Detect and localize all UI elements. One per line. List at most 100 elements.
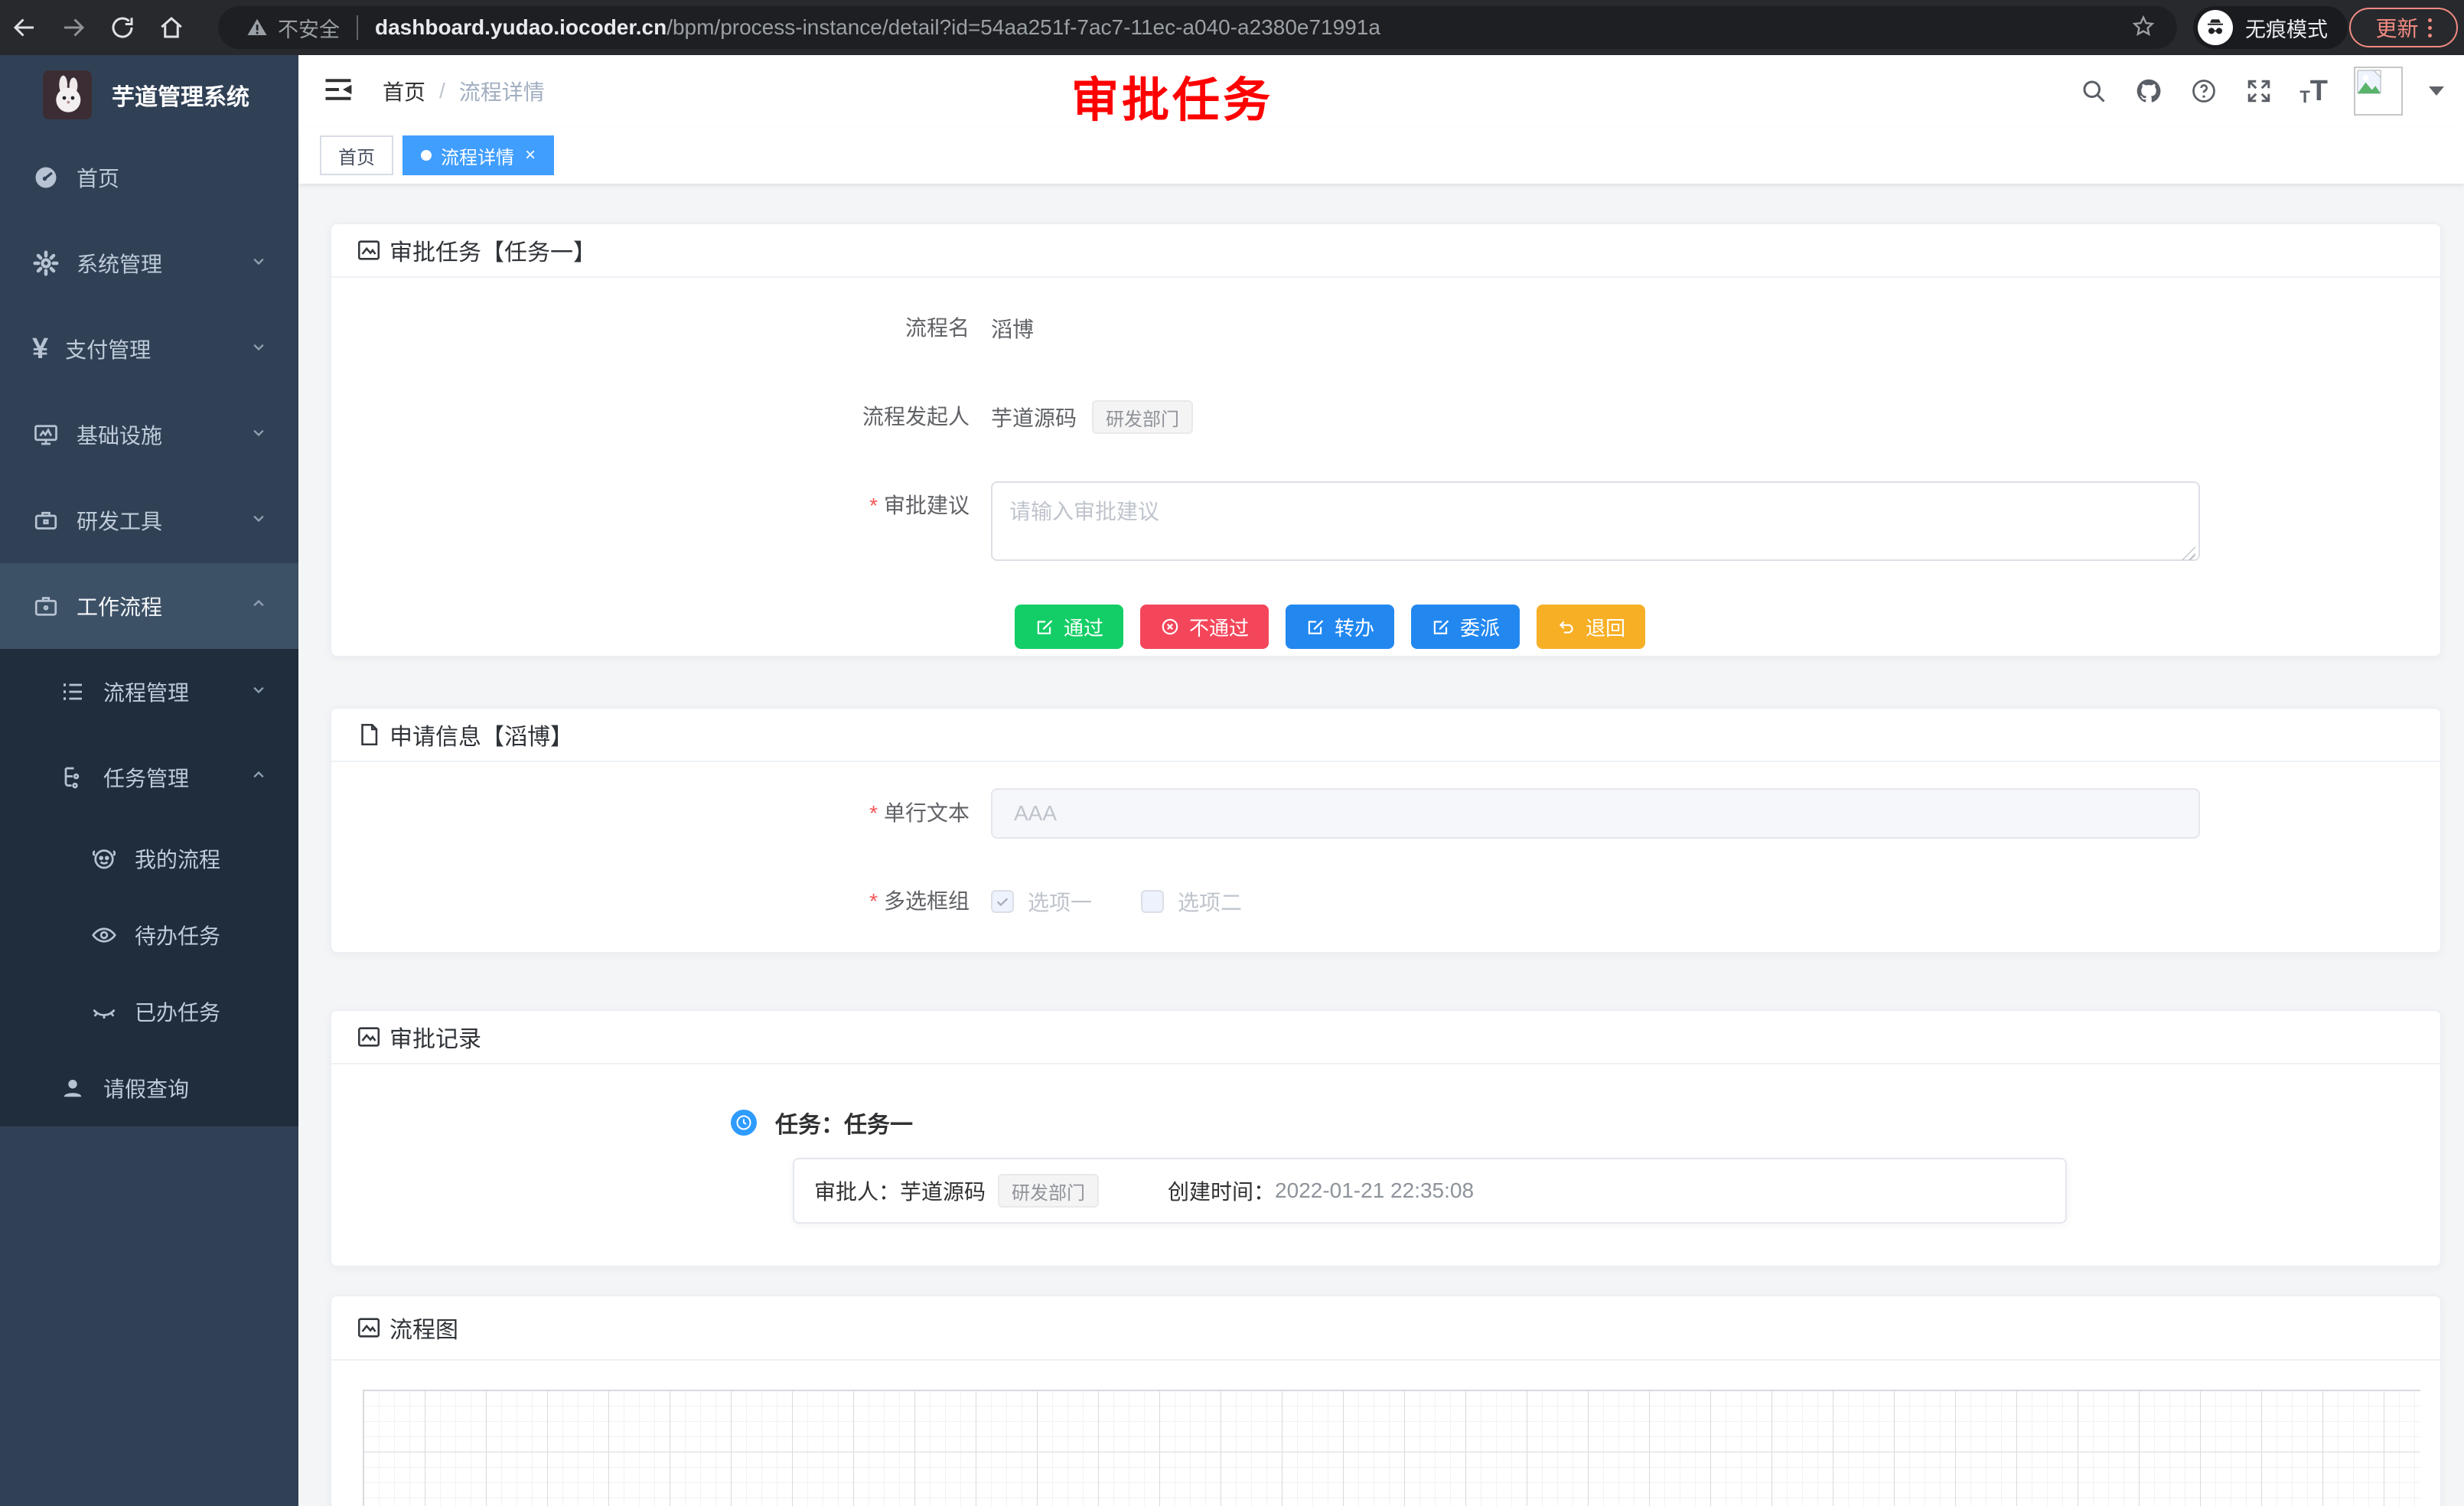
not-secure-warning-icon — [246, 16, 269, 39]
return-button[interactable]: 退回 — [1537, 605, 1645, 649]
fullscreen-icon[interactable] — [2244, 77, 2273, 106]
briefcase-icon — [32, 592, 60, 620]
app-logo-row[interactable]: 芋道管理系统 — [0, 55, 298, 135]
incognito-label: 无痕模式 — [2245, 13, 2328, 43]
initiator-row: 流程发起人 芋道源码 研发部门 — [331, 393, 2440, 442]
card-title: 审批记录 — [389, 1020, 481, 1054]
approval-task-card-header: 审批任务【任务一】 — [331, 224, 2440, 278]
sidebar-item-infrastructure[interactable]: 基础设施 — [0, 392, 298, 478]
avatar-caret-icon[interactable] — [2429, 86, 2444, 96]
org-icon — [59, 764, 86, 791]
main-content: 审批任务【任务一】 流程名 滔博 流程发起人 芋道源码 研发部门 审批建议 — [298, 184, 2464, 1506]
created-value: 2022-01-21 22:35:08 — [1275, 1178, 1474, 1203]
annotation-overlay: 审批任务 — [1071, 61, 1273, 130]
comment-textarea[interactable] — [991, 481, 2200, 561]
sidebar-item-system-mgmt[interactable]: 系统管理 — [0, 220, 298, 306]
tags-view-bar: 首页 流程详情 × — [298, 127, 2464, 184]
single-text-label: 单行文本 — [331, 788, 991, 839]
tab-home[interactable]: 首页 — [320, 135, 393, 175]
sidebar-item-workflow[interactable]: 工作流程 — [0, 563, 298, 649]
address-divider — [357, 15, 358, 40]
delegate-button[interactable]: 委派 — [1411, 605, 1520, 649]
card-title: 审批任务【任务一】 — [389, 233, 596, 267]
breadcrumb-current: 流程详情 — [459, 76, 545, 106]
github-icon[interactable] — [2134, 77, 2163, 106]
chevron-down-icon — [248, 250, 269, 277]
bpmn-diagram-canvas[interactable] — [363, 1390, 2420, 1506]
browser-update-button[interactable]: 更新 — [2349, 8, 2458, 47]
application-info-card-header: 申请信息【滔博】 — [331, 709, 2440, 762]
chevron-down-icon — [248, 679, 269, 706]
breadcrumb-home[interactable]: 首页 — [383, 76, 425, 106]
sidebar-item-leave-query[interactable]: 请假查询 — [0, 1050, 298, 1126]
browser-menu-icon[interactable] — [2428, 18, 2432, 37]
bookmark-star-icon[interactable] — [2131, 14, 2156, 42]
app-title: 芋道管理系统 — [112, 78, 249, 112]
process-name-value: 滔博 — [991, 313, 1034, 344]
dashboard-icon — [32, 164, 60, 191]
eye-open-icon — [90, 921, 118, 949]
incognito-icon — [2198, 10, 2233, 45]
application-info-card: 申请信息【滔博】 单行文本 多选框组 选项一 选 — [331, 708, 2441, 953]
card-title: 申请信息【滔博】 — [389, 718, 573, 751]
sidebar-item-home[interactable]: 首页 — [0, 135, 298, 220]
chevron-down-icon — [248, 507, 269, 534]
forward-icon[interactable] — [49, 3, 98, 52]
incognito-badge: 无痕模式 — [2193, 6, 2348, 49]
search-icon[interactable] — [2079, 77, 2108, 106]
tab-process-detail[interactable]: 流程详情 × — [403, 135, 554, 175]
yuan-icon: ¥ — [32, 334, 48, 363]
initiator-value: 芋道源码 — [991, 402, 1077, 432]
comment-label: 审批建议 — [331, 481, 991, 530]
tree-list-icon — [59, 678, 86, 706]
sidebar-item-my-process[interactable]: 我的流程 — [0, 820, 298, 897]
sidebar-item-task-mgmt[interactable]: 任务管理 — [0, 735, 298, 820]
process-diagram-card-header: 流程图 — [331, 1296, 2440, 1361]
checkbox-checked-icon — [991, 890, 1014, 913]
avatar[interactable] — [2354, 67, 2403, 116]
sidebar-item-todo-tasks[interactable]: 待办任务 — [0, 897, 298, 973]
reject-button[interactable]: 不通过 — [1140, 605, 1269, 649]
app-header: 首页 / 流程详情 审批任务 TT — [298, 55, 2464, 127]
home-icon[interactable] — [147, 3, 196, 52]
reload-icon[interactable] — [98, 3, 147, 52]
dept-tag: 研发部门 — [1092, 400, 1193, 434]
browser-toolbar: 不安全 dashboard.yudao.iocoder.cn /bpm/proc… — [0, 0, 2464, 55]
approver-value: 芋道源码 — [900, 1175, 986, 1206]
sidebar-item-process-mgmt[interactable]: 流程管理 — [0, 649, 298, 735]
transfer-button[interactable]: 转办 — [1286, 605, 1394, 649]
close-icon[interactable]: × — [525, 146, 536, 165]
single-text-row: 单行文本 — [331, 788, 2440, 839]
sidebar: 芋道管理系统 首页 系统管理 ¥ 支付管理 基础设施 研发工具 — [0, 55, 298, 1506]
checkbox-option-1[interactable]: 选项一 — [991, 886, 1092, 917]
approval-task-card: 审批任务【任务一】 流程名 滔博 流程发起人 芋道源码 研发部门 审批建议 — [331, 223, 2441, 657]
checkbox-group-row: 多选框组 选项一 选项二 — [331, 886, 2440, 917]
record-detail-card: 审批人： 芋道源码 研发部门 创建时间： 2022-01-21 22:35:08 — [793, 1158, 2067, 1224]
process-name-label: 流程名 — [331, 304, 991, 353]
workflow-submenu: 流程管理 任务管理 我的流程 待办任务 已办任务 — [0, 649, 298, 1126]
created-label: 创建时间： — [1168, 1175, 1275, 1206]
security-label[interactable]: 不安全 — [278, 13, 340, 43]
checkbox-option-2[interactable]: 选项二 — [1141, 886, 1242, 917]
single-text-input[interactable] — [991, 788, 2200, 839]
approve-button[interactable]: 通过 — [1015, 605, 1123, 649]
breadcrumb: 首页 / 流程详情 — [383, 55, 545, 127]
address-bar[interactable]: 不安全 dashboard.yudao.iocoder.cn /bpm/proc… — [218, 6, 2177, 49]
active-tab-dot — [421, 150, 432, 161]
sidebar-item-payment-mgmt[interactable]: ¥ 支付管理 — [0, 306, 298, 392]
checkbox-unchecked-icon — [1141, 890, 1164, 913]
process-name-row: 流程名 滔博 — [331, 304, 2440, 353]
timeline-task-row: 任务：任务一 — [331, 1107, 2440, 1138]
back-icon[interactable] — [0, 3, 49, 52]
picture-icon — [356, 1024, 382, 1050]
sidebar-item-dev-tools[interactable]: 研发工具 — [0, 478, 298, 563]
face-icon — [90, 845, 118, 872]
help-icon[interactable] — [2189, 77, 2218, 106]
sidebar-fold-icon[interactable] — [321, 73, 358, 109]
chevron-up-icon — [248, 764, 269, 791]
document-icon — [356, 722, 382, 748]
picture-icon — [356, 1315, 382, 1341]
breadcrumb-separator: / — [439, 79, 445, 103]
sidebar-item-done-tasks[interactable]: 已办任务 — [0, 973, 298, 1050]
font-size-icon[interactable]: TT — [2299, 77, 2328, 106]
